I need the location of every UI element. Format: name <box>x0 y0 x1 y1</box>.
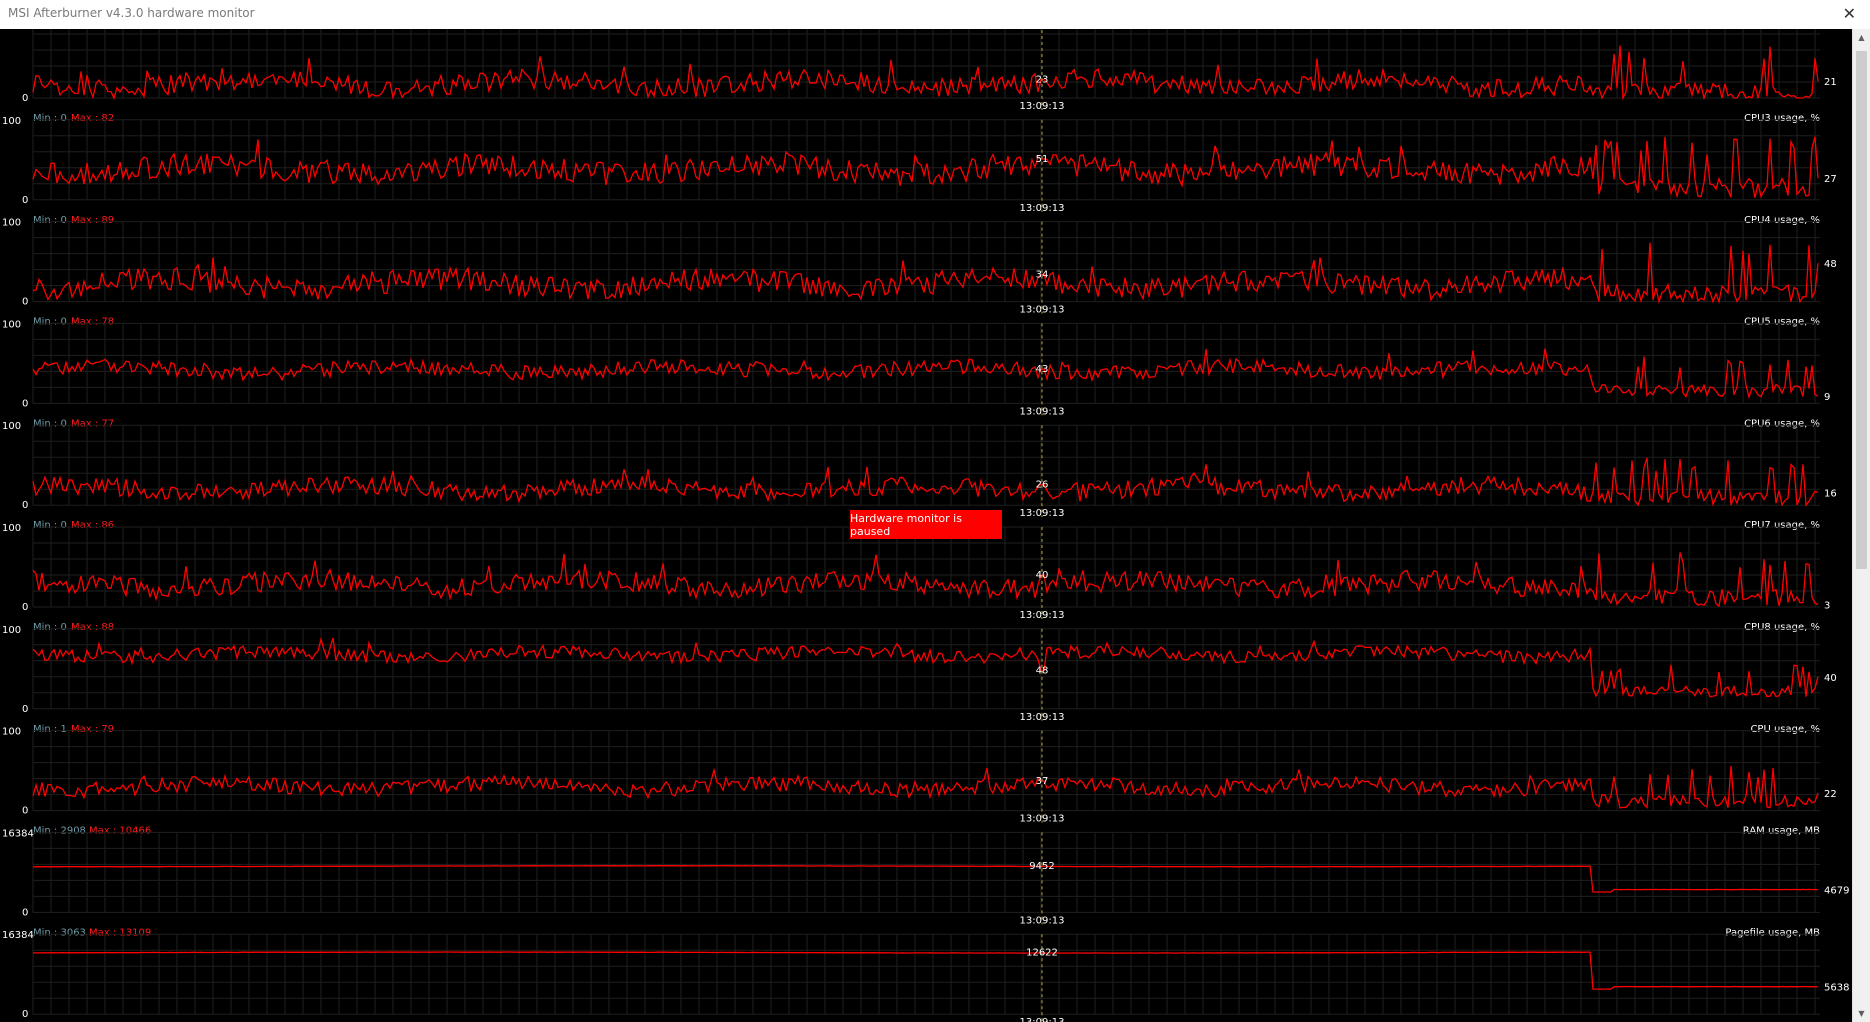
graph-max-stat: Max : 10466 <box>89 826 151 837</box>
graph-trace <box>32 242 1819 305</box>
scroll-down-arrow-icon[interactable]: ▼ <box>1853 1005 1870 1022</box>
current-value: 22 <box>1824 789 1837 800</box>
graph-name-label: CPU4 usage, % <box>1744 215 1820 226</box>
cursor-time: 13:09:13 <box>1020 508 1065 519</box>
y-axis-max-label: 100 <box>2 625 21 636</box>
current-value: 5638 <box>1824 983 1849 994</box>
y-axis-max-label: 100 <box>2 319 21 330</box>
close-icon[interactable]: ✕ <box>1843 4 1856 23</box>
graph-name-label: RAM usage, MB <box>1743 826 1820 837</box>
cursor-time: 13:09:13 <box>1020 203 1065 214</box>
graph-max-stat: Max : 86 <box>71 520 114 531</box>
cursor-value: 12622 <box>1026 948 1058 959</box>
cursor-value: 37 <box>1036 776 1049 787</box>
y-axis-max-label: 100 <box>2 218 21 229</box>
graph-trace <box>32 552 1819 608</box>
graph-max-stat: Max : 78 <box>71 317 114 328</box>
y-axis-min-label: 0 <box>22 806 28 817</box>
graph-max-stat: Max : 89 <box>71 215 114 226</box>
graph-min-stat: Min : 0 <box>33 520 67 531</box>
graph-name-label: CPU8 usage, % <box>1744 622 1820 633</box>
cursor-time: 13:09:13 <box>1020 101 1065 112</box>
y-axis-min-label: 0 <box>22 93 28 104</box>
graph-min-stat: Min : 0 <box>33 215 67 226</box>
cursor-time: 13:09:13 <box>1020 915 1065 926</box>
cursor-value: 23 <box>1036 75 1049 86</box>
current-value: 27 <box>1824 174 1837 185</box>
current-value: 3 <box>1824 601 1830 612</box>
graph-min-stat: Min : 1 <box>33 724 67 735</box>
cursor-time: 13:09:13 <box>1020 305 1065 316</box>
cursor-value: 26 <box>1036 479 1049 490</box>
graph-min-stat: Min : 0 <box>33 113 67 124</box>
graph-trace <box>33 865 1819 893</box>
y-axis-max-label: 16384 <box>2 930 34 941</box>
current-value: 16 <box>1824 488 1837 499</box>
graph-trace <box>32 136 1819 199</box>
graph-max-stat: Max : 77 <box>71 418 114 429</box>
cursor-value: 48 <box>1036 665 1049 676</box>
y-axis-max-label: 100 <box>2 727 21 738</box>
current-value: 40 <box>1824 673 1837 684</box>
cursor-value: 43 <box>1036 364 1049 375</box>
cursor-time: 13:09:13 <box>1020 814 1065 825</box>
graph-name-label: Pagefile usage, MB <box>1725 927 1820 938</box>
window-title: MSI Afterburner v4.3.0 hardware monitor <box>8 6 255 20</box>
graph-trace <box>33 951 1819 990</box>
cursor-value: 40 <box>1036 570 1049 581</box>
graph-min-stat: Min : 0 <box>33 418 67 429</box>
cursor-time: 13:09:13 <box>1020 406 1065 417</box>
scroll-up-arrow-icon[interactable]: ▲ <box>1853 29 1870 46</box>
cursor-value: 51 <box>1036 154 1049 165</box>
graph-name-label: CPU5 usage, % <box>1744 317 1820 328</box>
graph-trace <box>32 45 1819 101</box>
current-value: 21 <box>1824 77 1837 88</box>
graph-min-stat: Min : 0 <box>33 622 67 633</box>
graph-name-label: CPU6 usage, % <box>1744 418 1820 429</box>
y-axis-max-label: 16384 <box>2 828 34 839</box>
y-axis-max-label: 100 <box>2 523 21 534</box>
graph-max-stat: Max : 82 <box>71 113 114 124</box>
y-axis-min-label: 0 <box>22 704 28 715</box>
cursor-value: 9452 <box>1029 861 1054 872</box>
graph-min-stat: Min : 0 <box>33 317 67 328</box>
current-value: 48 <box>1824 259 1837 270</box>
y-axis-min-label: 0 <box>22 1009 28 1020</box>
scroll-thumb[interactable] <box>1856 51 1867 569</box>
cursor-time: 13:09:13 <box>1020 610 1065 621</box>
graph-min-stat: Min : 2908 <box>33 826 86 837</box>
y-axis-min-label: 0 <box>22 195 28 206</box>
current-value: 9 <box>1824 392 1830 403</box>
window-titlebar[interactable]: MSI Afterburner v4.3.0 hardware monitor … <box>0 0 1870 29</box>
y-axis-min-label: 0 <box>22 602 28 613</box>
graph-max-stat: Max : 13109 <box>89 927 151 938</box>
graph-name-label: CPU7 usage, % <box>1744 520 1820 531</box>
y-axis-min-label: 0 <box>22 398 28 409</box>
y-axis-min-label: 0 <box>22 297 28 308</box>
current-value: 4679 <box>1824 886 1849 897</box>
paused-status-banner: Hardware monitor is paused <box>850 510 1002 539</box>
graph-max-stat: Max : 88 <box>71 622 114 633</box>
y-axis-max-label: 100 <box>2 116 21 127</box>
graph-name-label: CPU3 usage, % <box>1744 113 1820 124</box>
cursor-time: 13:09:13 <box>1020 1017 1065 1022</box>
cursor-time: 13:09:13 <box>1020 712 1065 723</box>
graph-max-stat: Max : 79 <box>71 724 114 735</box>
graph-trace <box>32 457 1819 507</box>
graph-trace <box>32 636 1819 698</box>
vertical-scrollbar[interactable]: ▲ ▼ <box>1852 29 1870 1022</box>
cursor-value: 34 <box>1036 269 1049 280</box>
y-axis-max-label: 100 <box>2 421 21 432</box>
y-axis-min-label: 0 <box>22 500 28 511</box>
y-axis-min-label: 0 <box>22 907 28 918</box>
graph-min-stat: Min : 3063 <box>33 927 86 938</box>
graph-trace <box>32 766 1819 810</box>
